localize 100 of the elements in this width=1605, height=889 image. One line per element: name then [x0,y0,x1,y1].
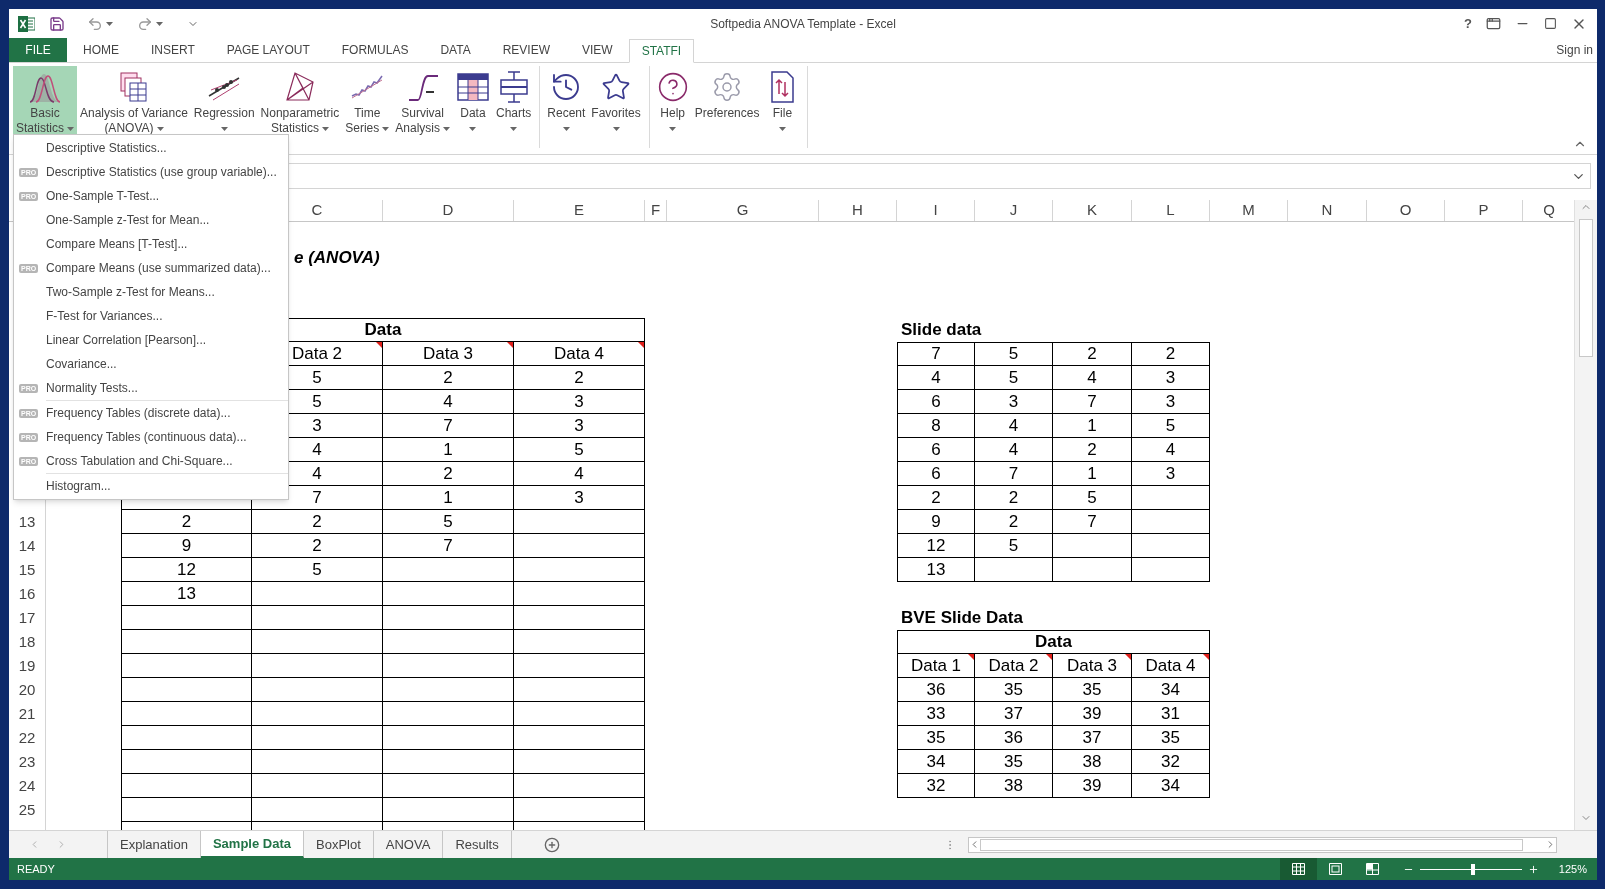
zoom-slider[interactable] [1419,863,1522,875]
table-cell: 5 [975,534,1053,558]
table-cell: 31 [1132,702,1210,726]
column-header[interactable]: K [1087,200,1097,222]
column-header[interactable]: H [852,200,863,222]
table-cell: 4 [1053,366,1132,390]
table-cell: 12 [897,534,975,558]
column-header[interactable]: M [1242,200,1255,222]
column-header[interactable]: I [933,200,938,222]
ribbon-button[interactable]: File [762,66,803,136]
table-cell: 1 [1053,462,1132,486]
row-header[interactable]: 23 [18,750,36,774]
column-header[interactable]: E [574,200,584,222]
save-icon[interactable] [49,15,65,32]
row-header[interactable]: 18 [18,630,36,654]
ribbon-button[interactable]: Favorites [588,66,644,136]
menu-item[interactable]: One-Sample z-Test for Mean... [14,208,288,232]
sign-in-link[interactable]: Sign in [1556,41,1597,59]
column-heading: Data 2 [291,342,343,365]
table-grid-icon [455,70,490,104]
column-header[interactable]: O [1399,200,1412,222]
ribbon-tab[interactable]: REVIEW [486,38,566,62]
table-cell: 1 [383,438,514,462]
row-header[interactable]: 14 [18,534,36,558]
menu-item-label: Descriptive Statistics... [46,140,167,157]
table-cell: 7 [975,462,1053,486]
table-cell: 34 [897,750,975,774]
ribbon-button[interactable]: Nonparametric Statistics [257,66,343,136]
ribbon-button[interactable]: Charts [492,66,535,136]
table-cell: 1 [383,486,514,510]
zoom-level[interactable]: 125% [1558,860,1587,878]
add-sheet-icon[interactable] [543,836,560,853]
table-cell: 2 [514,366,645,390]
menu-item-label: Compare Means [T-Test]... [46,236,188,253]
ribbon-tab[interactable]: PAGE LAYOUT [210,38,326,62]
maximize-icon[interactable] [1544,17,1557,30]
column-heading: Data 4 [553,342,605,365]
ribbon-button[interactable]: Survival Analysis [392,66,453,136]
excel-logo-icon[interactable] [18,15,35,32]
ribbon-button[interactable]: Preferences [691,66,763,136]
table-cell: 3 [1132,390,1210,414]
column-header[interactable]: L [1166,200,1175,222]
undo-icon[interactable] [87,15,103,32]
ribbon-button[interactable]: Basic Statistics [13,66,77,136]
menu-item-label: Descriptive Statistics (use group variable)... [46,164,277,181]
view-button[interactable] [1279,858,1317,880]
row-header[interactable]: 25 [18,798,36,822]
ribbon-button[interactable]: Time Series [342,66,393,136]
ribbon-tab[interactable]: STATFI [628,39,695,63]
table-cell: 7 [383,414,514,438]
column-header[interactable]: C [311,200,323,222]
ribbon-button[interactable]: Regression [190,66,258,136]
ribbon-tab[interactable]: FORMULAS [325,38,425,62]
table-cell: 4 [514,462,645,486]
column-header[interactable]: F [650,200,661,222]
row-header[interactable]: 20 [18,678,36,702]
ribbon-button[interactable]: Data [452,66,493,136]
ribbon-tab[interactable]: INSERT [135,38,211,62]
column-header[interactable]: D [442,200,454,222]
row-header[interactable]: 16 [18,582,36,606]
ribbon-tab[interactable]: VIEW [566,38,629,62]
menu-item[interactable]: Compare Means [T-Test]... [14,232,288,256]
row-header[interactable]: 15 [18,558,36,582]
ribbon-tab[interactable]: HOME [67,38,135,62]
ribbon-tab[interactable]: DATA [424,38,487,62]
column-header[interactable]: G [736,200,749,222]
menu-item-label: Frequency Tables (discrete data)... [46,405,231,422]
sheet-tab[interactable]: Sample Data [200,831,304,858]
column-header[interactable]: Q [1543,200,1555,222]
table-cell: 4 [383,390,514,414]
ribbon-tab[interactable]: FILE [9,38,67,62]
redo-icon[interactable] [137,15,153,32]
table-cell: 6 [897,438,975,462]
row-header[interactable]: 22 [18,726,36,750]
table-cell: 38 [975,774,1053,798]
scrollbar-thumb[interactable] [979,838,1523,851]
menu-item[interactable]: Two-Sample z-Test for Means... [14,280,288,304]
help-icon [656,71,689,103]
ribbon-button[interactable]: Recent [544,66,589,136]
column-header[interactable]: N [1321,200,1333,222]
row-header[interactable]: 21 [18,702,36,726]
table-cell: 3 [1132,462,1210,486]
row-header[interactable]: 17 [18,606,36,630]
column-header[interactable]: P [1478,200,1489,222]
row-header[interactable]: 24 [18,774,36,798]
grid-icon [1291,863,1305,875]
help-button[interactable]: ? [1464,13,1472,34]
ribbon-display-icon[interactable] [1486,16,1501,31]
row-header[interactable]: 13 [18,510,36,534]
ribbon-button[interactable]: Help [653,66,692,136]
column-header[interactable]: J [1009,200,1018,222]
table-cell: 4 [975,438,1053,462]
menu-item[interactable]: Descriptive Statistics... [14,136,288,160]
slider-thumb[interactable] [1470,863,1475,875]
row-header[interactable]: 19 [18,654,36,678]
table-cell: 5 [975,342,1053,366]
zoom-in-icon[interactable] [1527,863,1539,875]
scrollbar-thumb[interactable] [1579,219,1593,357]
status-text: READY [17,861,55,877]
table-cell: 35 [897,726,975,750]
